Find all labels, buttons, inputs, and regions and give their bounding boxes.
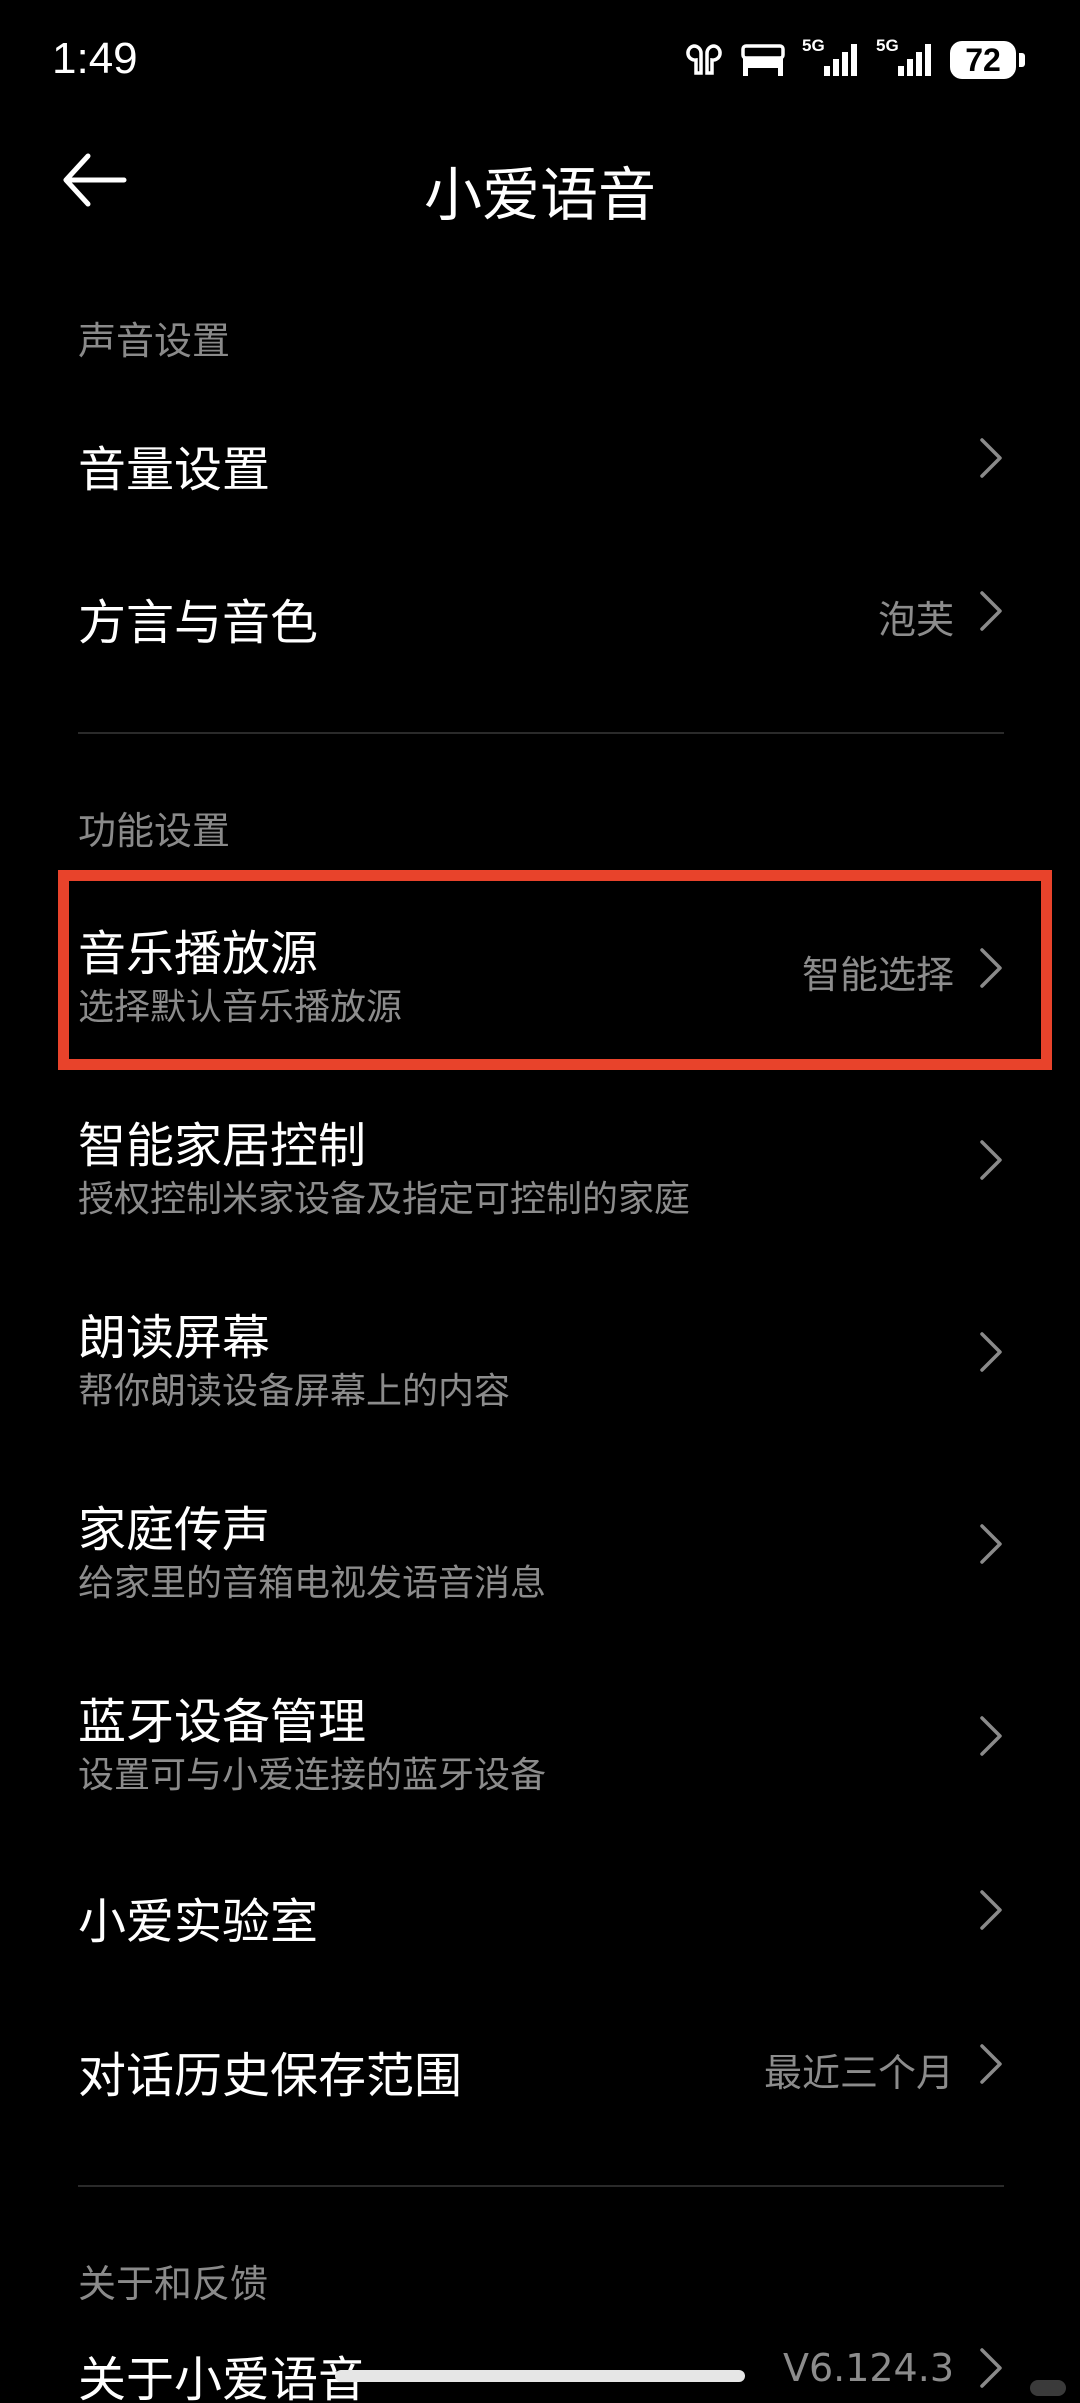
row-value: 智能选择 xyxy=(801,953,954,997)
settings-row-smart-home[interactable]: 智能家居控制 授权控制米家设备及指定可控制的家庭 xyxy=(0,1092,1080,1232)
chevron-right-icon xyxy=(980,438,1002,478)
divider xyxy=(78,732,1004,734)
row-title: 智能家居控制 xyxy=(78,1118,367,1174)
earbuds-icon xyxy=(684,40,724,80)
row-subtitle: 给家里的音箱电视发语音消息 xyxy=(78,1563,547,1604)
row-title: 对话历史保存范围 xyxy=(78,2048,463,2104)
row-title: 小爱实验室 xyxy=(78,1894,319,1950)
row-title: 关于小爱语音 xyxy=(78,2352,367,2403)
chevron-right-icon xyxy=(980,591,1002,631)
battery-icon: 72 xyxy=(950,41,1025,79)
section-header-sound: 声音设置 xyxy=(78,319,231,363)
chevron-right-icon xyxy=(980,2348,1002,2388)
settings-row-volume[interactable]: 音量设置 xyxy=(0,400,1080,516)
row-title: 音乐播放源 xyxy=(78,926,319,982)
chevron-right-icon xyxy=(980,1140,1002,1180)
row-value: V6.124.3 xyxy=(782,2346,954,2390)
chevron-right-icon xyxy=(980,1890,1002,1930)
settings-row-dialect-voice[interactable]: 方言与音色 泡芙 xyxy=(0,553,1080,669)
row-title: 朗读屏幕 xyxy=(78,1310,271,1366)
row-title: 音量设置 xyxy=(78,442,271,498)
status-icons: 5G 5G 72 xyxy=(684,36,1025,82)
row-value: 泡芙 xyxy=(877,598,954,642)
signal-5g-icon-1: 5G xyxy=(802,36,860,80)
chevron-right-icon xyxy=(980,1716,1002,1756)
row-value: 最近三个月 xyxy=(763,2051,954,2095)
row-subtitle: 授权控制米家设备及指定可控制的家庭 xyxy=(78,1179,691,1220)
chevron-right-icon xyxy=(980,1524,1002,1564)
chevron-right-icon xyxy=(980,1332,1002,1372)
settings-row-read-screen[interactable]: 朗读屏幕 帮你朗读设备屏幕上的内容 xyxy=(0,1284,1080,1424)
row-title: 方言与音色 xyxy=(78,595,319,651)
row-subtitle: 选择默认音乐播放源 xyxy=(78,987,403,1028)
bed-icon xyxy=(740,42,786,78)
corner-mark xyxy=(1030,2380,1066,2396)
row-title: 家庭传声 xyxy=(78,1502,271,1558)
signal-5g-icon-2: 5G xyxy=(876,36,934,80)
chevron-right-icon xyxy=(980,948,1002,988)
settings-row-lab[interactable]: 小爱实验室 xyxy=(0,1852,1080,1968)
chevron-right-icon xyxy=(980,2044,1002,2084)
settings-row-bluetooth[interactable]: 蓝牙设备管理 设置可与小爱连接的蓝牙设备 xyxy=(0,1668,1080,1808)
battery-level: 72 xyxy=(965,42,1001,78)
home-indicator[interactable] xyxy=(335,2370,745,2382)
status-bar: 1:49 5G 5G 72 xyxy=(0,0,1080,120)
divider xyxy=(78,2185,1004,2187)
section-header-about: 关于和反馈 xyxy=(78,2262,269,2306)
settings-row-music-source[interactable]: 音乐播放源 选择默认音乐播放源 智能选择 xyxy=(0,900,1080,1040)
row-title: 蓝牙设备管理 xyxy=(78,1694,367,1750)
settings-row-home-broadcast[interactable]: 家庭传声 给家里的音箱电视发语音消息 xyxy=(0,1476,1080,1616)
page-title: 小爱语音 xyxy=(423,161,656,229)
row-subtitle: 设置可与小爱连接的蓝牙设备 xyxy=(78,1755,547,1796)
row-subtitle: 帮你朗读设备屏幕上的内容 xyxy=(78,1371,511,1412)
settings-row-history-range[interactable]: 对话历史保存范围 最近三个月 xyxy=(0,2006,1080,2122)
status-time: 1:49 xyxy=(52,34,138,83)
header: 小爱语音 xyxy=(0,120,1080,240)
section-header-function: 功能设置 xyxy=(78,809,231,853)
